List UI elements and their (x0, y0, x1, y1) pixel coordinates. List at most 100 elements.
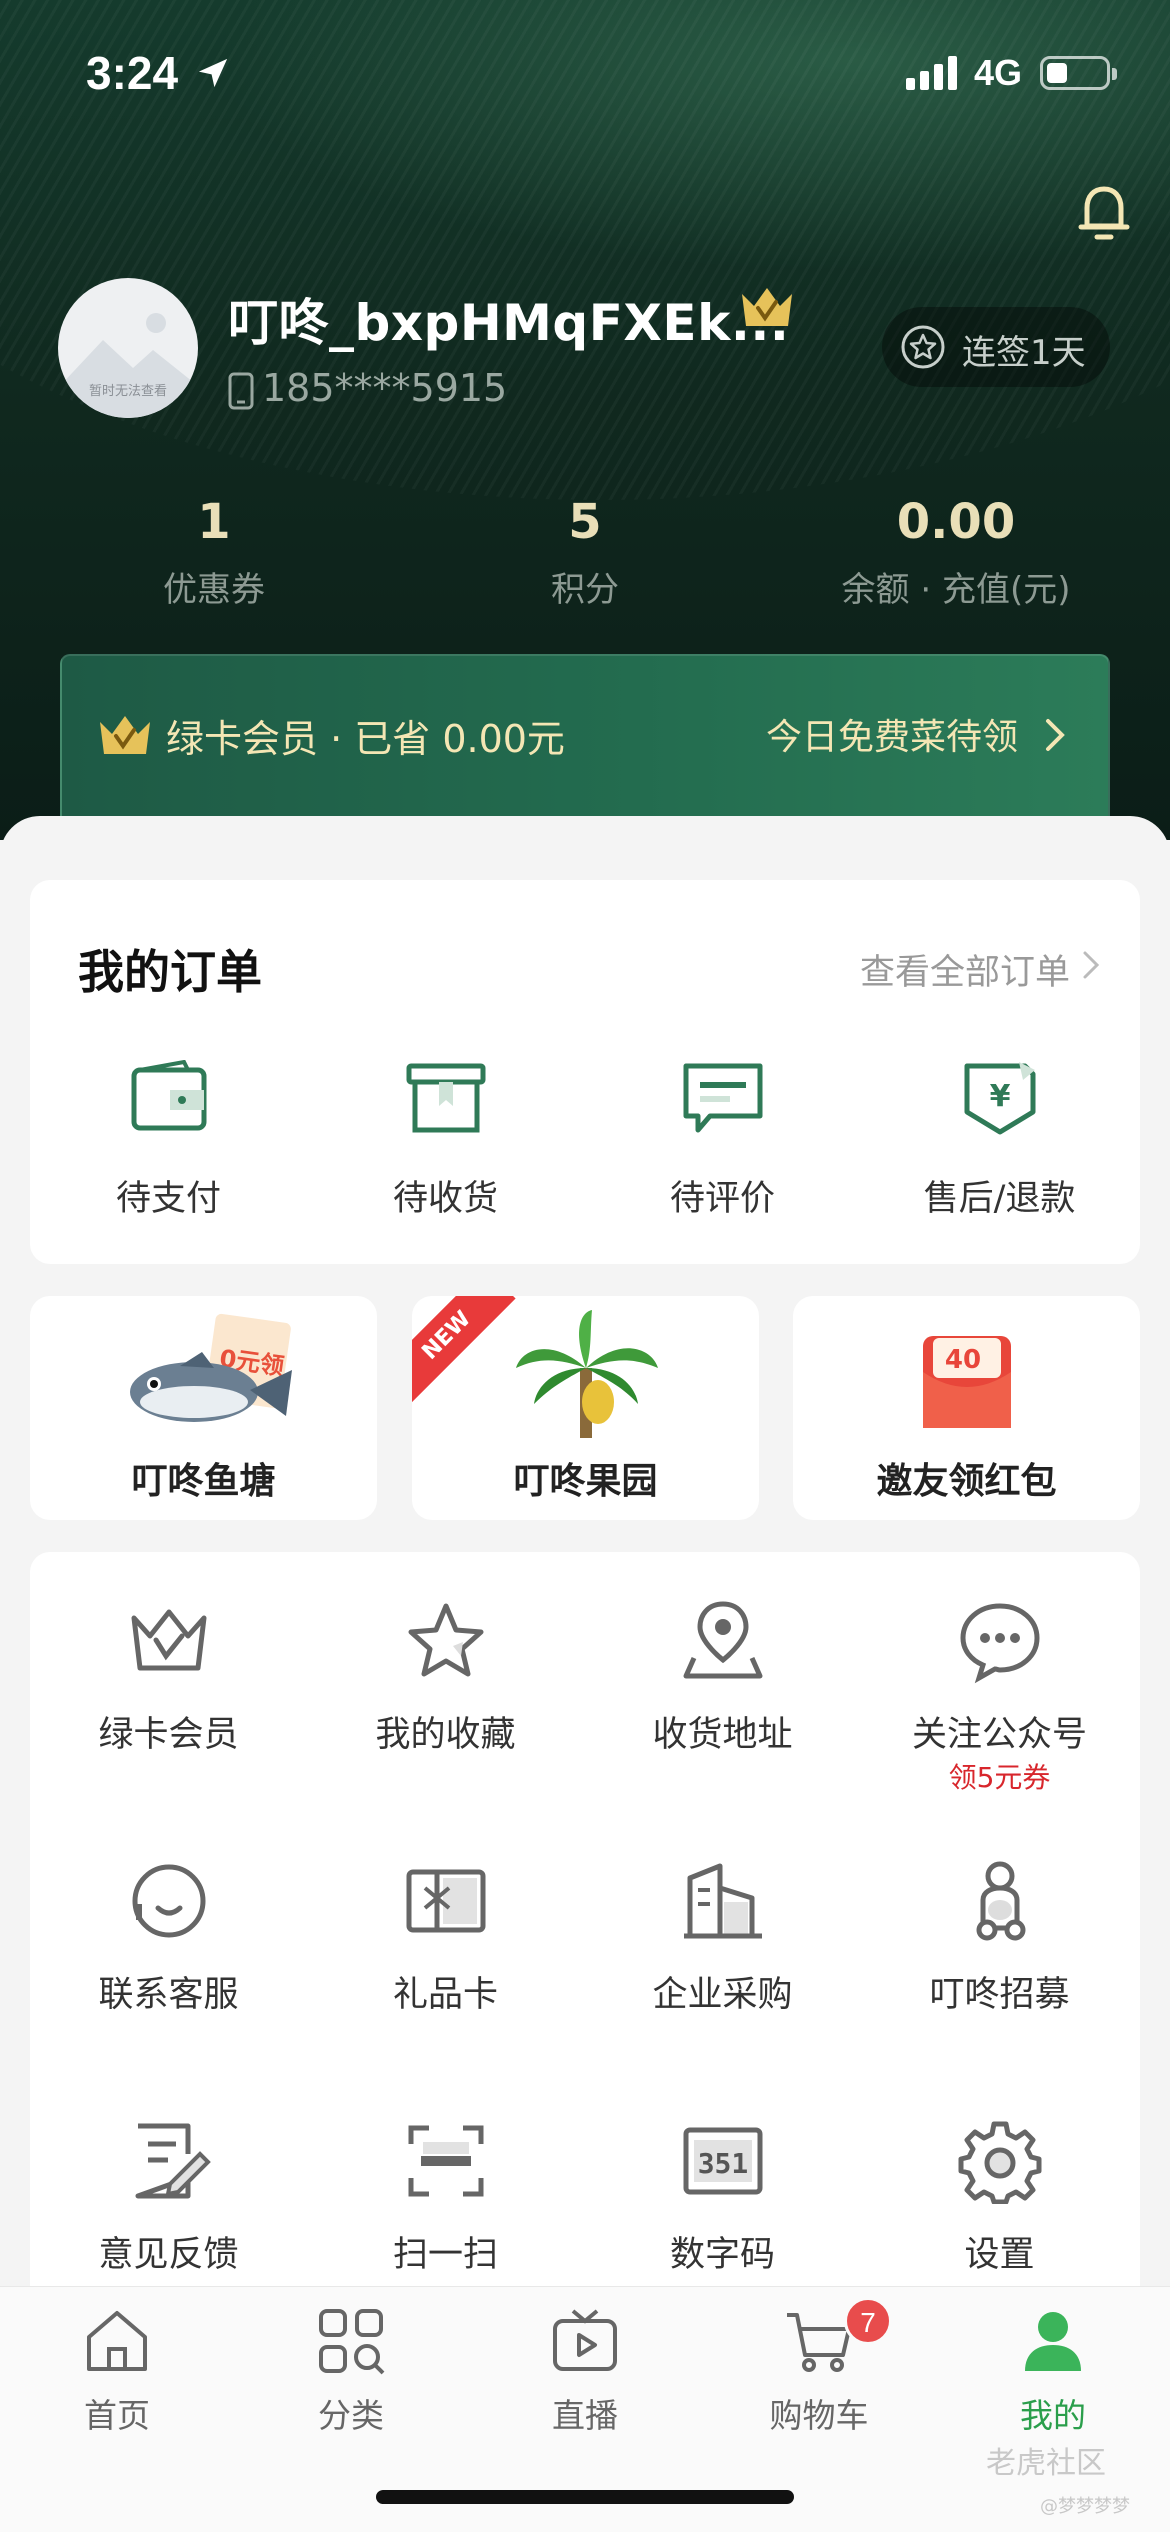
fish-illustration: 0元领 (130, 1313, 292, 1422)
profile-icon (1025, 2312, 1081, 2371)
service-label: 联系客服 (98, 1975, 239, 2015)
customer-service-icon (132, 1864, 206, 1938)
view-all-orders-link[interactable]: 查看全部订单 (860, 944, 1070, 995)
avatar[interactable]: 暂时无法查看 (58, 278, 198, 418)
orders-card: 我的订单 查看全部订单 待支付 待收货 待评价 ¥ 售后/退款 (30, 880, 1140, 1264)
username[interactable]: 叮咚_bxpHMqFXEk... (228, 283, 789, 355)
order-refund[interactable]: ¥ 售后/退款 (861, 1060, 1138, 1240)
service-green-card[interactable]: 绿卡会员 (30, 1598, 307, 1818)
tab-live[interactable]: 直播 (468, 2307, 702, 2447)
services-card: 绿卡会员 我的收藏 收货地址 关注公众号 领5元券 联系客服 礼品卡 企业采购 … (30, 1552, 1140, 2312)
wallet-icon (131, 1060, 207, 1131)
gear-icon (958, 2121, 1042, 2204)
promo-label: 叮咚果园 (513, 1461, 658, 1502)
avatar-caption: 暂时无法查看 (88, 384, 167, 399)
service-address[interactable]: 收货地址 (584, 1598, 861, 1818)
live-tv-icon (553, 2309, 617, 2371)
service-favorites[interactable]: 我的收藏 (307, 1598, 584, 1818)
crown-icon (100, 716, 150, 754)
service-label: 数字码 (669, 2235, 775, 2275)
member-savings: 绿卡会员 · 已省 0.00元 (166, 717, 565, 761)
phone-icon (228, 372, 254, 410)
service-wechat-follow[interactable]: 关注公众号 领5元券 (861, 1598, 1138, 1818)
promo-invite-red-packet[interactable]: 40 邀友领红包 (793, 1296, 1140, 1520)
free-veg-link[interactable]: 今日免费菜待领 (766, 708, 1018, 760)
gift-card-icon (406, 1869, 486, 1933)
promo-label: 叮咚鱼塘 (131, 1461, 276, 1502)
chevron-right-icon (1083, 951, 1100, 979)
location-icon (683, 1601, 763, 1679)
service-enterprise[interactable]: 企业采购 (584, 1858, 861, 2078)
status-bar: 3:24 4G (0, 0, 1170, 150)
bell-icon[interactable] (1075, 180, 1133, 244)
stat-label: 优惠券 (163, 570, 265, 610)
battery-icon (1040, 56, 1117, 90)
status-time: 3:24 (86, 47, 179, 99)
comment-icon (683, 1063, 763, 1133)
checkin-button[interactable]: 连签1天 (882, 307, 1110, 387)
service-label: 意见反馈 (98, 2235, 239, 2275)
chevron-right-icon (1046, 719, 1065, 751)
service-gift-card[interactable]: 礼品卡 (307, 1858, 584, 2078)
category-icon (319, 2309, 385, 2375)
service-recruit[interactable]: 叮咚招募 (861, 1858, 1138, 2078)
refund-icon: ¥ (964, 1062, 1036, 1135)
tab-category[interactable]: 分类 (234, 2307, 468, 2447)
feedback-icon (135, 2123, 211, 2199)
tab-cart[interactable]: 7 购物车 (702, 2297, 936, 2447)
service-label: 扫一扫 (392, 2235, 498, 2275)
service-label: 绿卡会员 (98, 1715, 239, 1755)
star-circle-icon (901, 325, 945, 369)
banana-tree-illustration (516, 1310, 658, 1438)
courier-icon (976, 1861, 1026, 1941)
tab-label: 分类 (318, 2396, 384, 2435)
tab-label: 首页 (84, 2396, 150, 2435)
scan-icon (408, 2125, 484, 2197)
signal-icon (906, 56, 957, 90)
watermark: 老虎社区 (986, 2446, 1106, 2481)
order-label: 售后/退款 (923, 1179, 1076, 1219)
tab-home[interactable]: 首页 (0, 2307, 234, 2447)
checkin-label: 连签1天 (962, 333, 1086, 373)
stat-label: 余额 · 充值(元) (841, 570, 1071, 610)
stat-value: 5 (568, 494, 602, 550)
order-pending-review[interactable]: 待评价 (584, 1060, 861, 1240)
location-arrow-icon (198, 58, 228, 88)
profile-header: 3:24 4G 暂时无法查看 叮咚_bxpHMqFXEk... 185****5… (0, 0, 1170, 840)
service-label: 企业采购 (652, 1975, 793, 2015)
stat-coupons[interactable]: 1 优惠券 (54, 494, 374, 611)
order-label: 待收货 (392, 1179, 498, 1219)
promo-label: 邀友领红包 (876, 1461, 1057, 1502)
promo-fish-pond[interactable]: 0元领 叮咚鱼塘 (30, 1296, 377, 1520)
tab-label: 我的 (1020, 2396, 1086, 2435)
order-pending-payment[interactable]: 待支付 (30, 1060, 307, 1240)
home-indicator (376, 2490, 794, 2504)
crown-badge-icon (742, 288, 792, 326)
building-icon (684, 1863, 762, 1939)
service-customer-service[interactable]: 联系客服 (30, 1858, 307, 2078)
service-sublabel: 领5元券 (948, 1761, 1051, 1794)
cart-icon (787, 2313, 851, 2372)
service-label: 关注公众号 (911, 1715, 1087, 1755)
cart-count-badge: 7 (844, 2297, 892, 2345)
stat-points[interactable]: 5 积分 (425, 494, 745, 611)
svg-text:¥: ¥ (990, 1079, 1011, 1114)
orders-title: 我的订单 (78, 945, 262, 999)
service-label: 设置 (964, 2235, 1035, 2275)
network-type: 4G (974, 52, 1023, 93)
stat-balance[interactable]: 0.00 余额 · 充值(元) (796, 494, 1116, 611)
tab-profile[interactable]: 我的 (936, 2307, 1170, 2447)
stat-value: 1 (197, 494, 231, 550)
service-label: 叮咚招募 (929, 1975, 1070, 2015)
tab-label: 购物车 (769, 2396, 869, 2435)
service-label: 礼品卡 (392, 1975, 498, 2015)
star-icon (408, 1603, 484, 1677)
crown-icon (131, 1609, 207, 1671)
red-packet-icon: 40 (923, 1336, 1011, 1428)
promo-orchard[interactable]: NEW 叮咚果园 (412, 1296, 759, 1520)
stat-value: 0.00 (896, 494, 1016, 550)
member-bar[interactable]: 绿卡会员 · 已省 0.00元 今日免费菜待领 (60, 654, 1110, 840)
phone-number: 185****5915 (262, 366, 508, 410)
service-label: 收货地址 (652, 1715, 793, 1755)
order-pending-delivery[interactable]: 待收货 (307, 1060, 584, 1240)
